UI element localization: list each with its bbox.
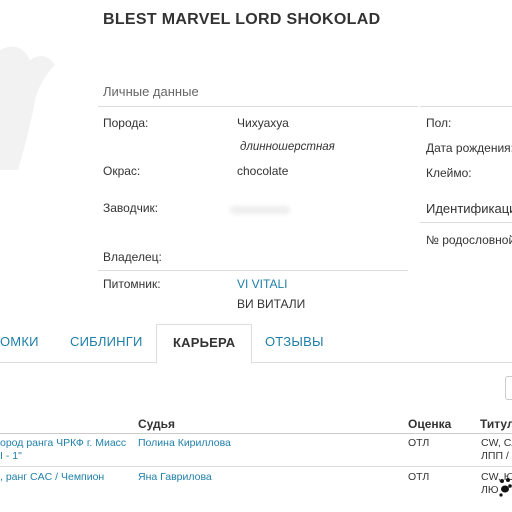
table-options-button[interactable] <box>505 376 512 400</box>
judge-link[interactable]: Яна Гаврилова <box>138 471 212 484</box>
row-divider <box>0 466 512 467</box>
breeder-value-redacted <box>230 206 290 214</box>
judge-link[interactable]: Полина Кириллова <box>138 437 231 450</box>
dob-label: Дата рождения: <box>426 141 512 155</box>
event-link-line2[interactable]: I - 1" <box>0 450 22 463</box>
brand-label: Клеймо: <box>426 166 472 180</box>
breed-label: Порода: <box>103 116 149 130</box>
sex-label: Пол: <box>426 116 452 130</box>
tab-career[interactable]: КАРЬЕРА <box>156 324 253 364</box>
pedigree-number-label: № родословной <box>426 233 512 247</box>
divider <box>98 270 408 271</box>
column-header-title: Титул <box>480 417 512 431</box>
title-value: CW, CA <box>481 437 512 449</box>
grade-value: ОТЛ <box>408 437 430 449</box>
profile-tabs: ОМКИ СИБЛИНГИ КАРЬЕРА ОТЗЫВЫ <box>0 324 512 364</box>
breed-value: Чихуахуа <box>237 116 289 130</box>
grade-value: ОТЛ <box>408 471 430 483</box>
table-header-divider <box>0 433 512 434</box>
title-value-line2: ЛЮ <box>481 484 499 496</box>
color-label: Окрас: <box>103 164 141 178</box>
kennel-name-cyrillic: ВИ ВИТАЛИ <box>237 297 306 311</box>
tab-photos[interactable]: ОМКИ <box>0 324 39 362</box>
paw-icon <box>498 476 512 498</box>
tab-reviews[interactable]: ОТЗЫВЫ <box>265 324 324 362</box>
kennel-label: Питомник: <box>103 277 161 291</box>
color-value: chocolate <box>237 164 289 178</box>
column-header-judge: Судья <box>138 417 176 431</box>
pet-photo <box>0 20 60 181</box>
divider <box>420 222 512 223</box>
column-header-grade: Оценка <box>408 417 452 431</box>
title-value-line2: ЛПП / Е <box>481 450 512 462</box>
pet-name-title: BLEST MARVEL LORD SHOKOLAD <box>103 11 381 28</box>
personal-data-heading: Личные данные <box>103 84 199 99</box>
tab-siblings[interactable]: СИБЛИНГИ <box>70 324 143 362</box>
event-link[interactable]: ород ранга ЧРКФ г. Миасс <box>0 437 126 450</box>
divider <box>420 106 512 107</box>
breed-variety: длинношерстная <box>240 141 335 153</box>
event-link[interactable]: , ранг CAC / Чемпион <box>0 471 104 484</box>
kennel-link[interactable]: VI VITALI <box>237 277 287 291</box>
identification-label: Идентификаци <box>426 201 512 216</box>
divider <box>98 106 418 107</box>
breeder-label: Заводчик: <box>103 201 159 215</box>
owner-label: Владелец: <box>103 250 162 264</box>
